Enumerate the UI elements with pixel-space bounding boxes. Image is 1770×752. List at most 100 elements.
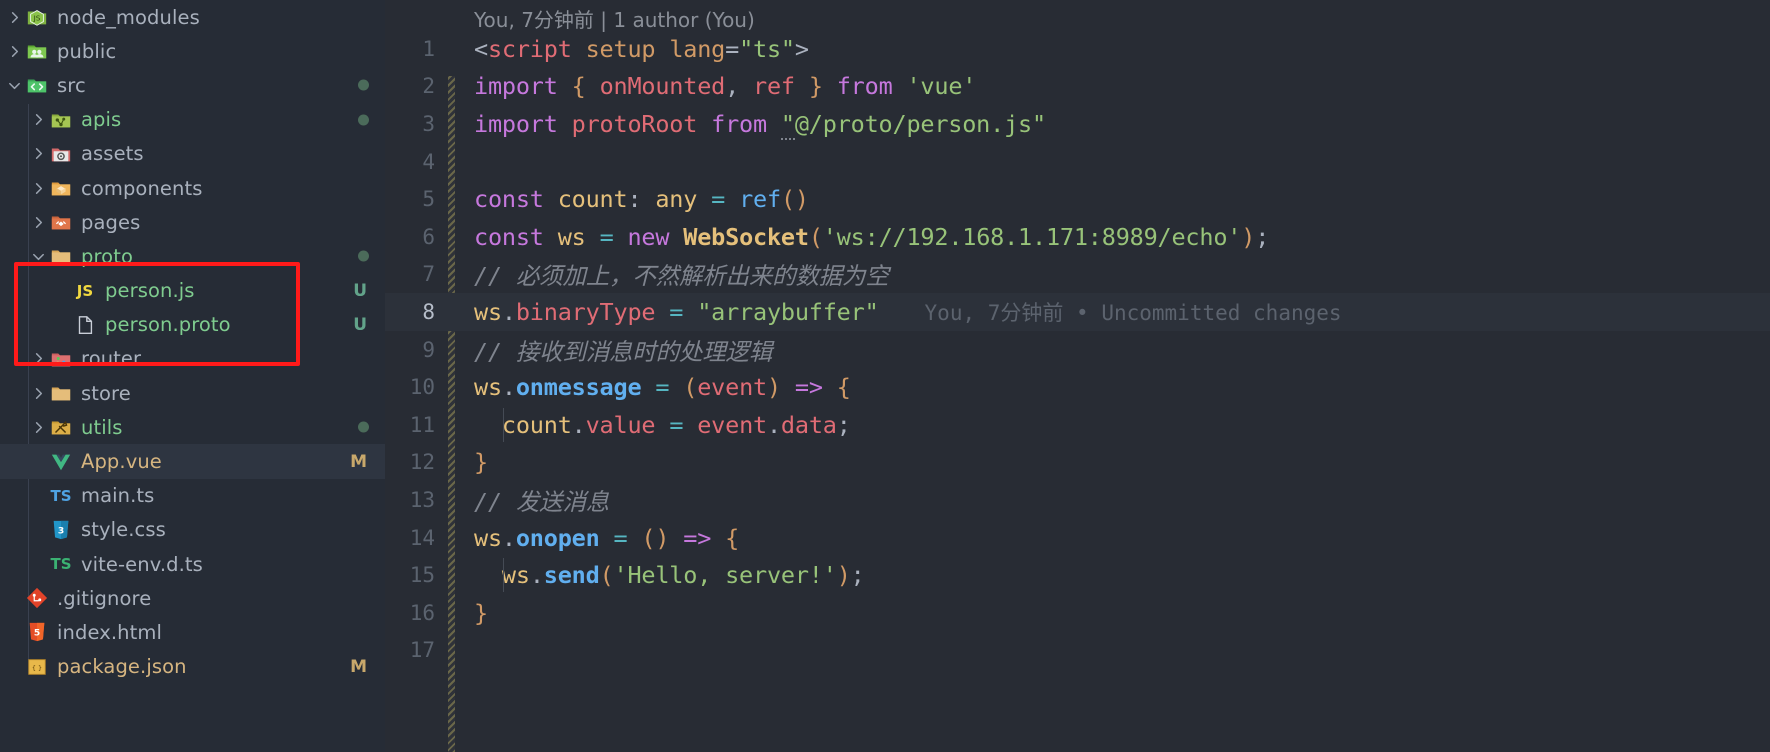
code-line-15[interactable]: 15 ws.send('Hello, server!'); <box>385 556 1770 594</box>
code-line-10[interactable]: 10 ws.onmessage = (event) => { <box>385 368 1770 406</box>
code-lines[interactable]: 1 <script setup lang="ts"> 2 import { onMou… <box>385 0 1770 752</box>
tree-item-proto[interactable]: proto <box>0 239 385 273</box>
components-folder-icon <box>48 177 74 199</box>
code-text[interactable]: import { onMounted, ref } from 'vue' <box>447 72 976 100</box>
tree-item-app-vue[interactable]: App.vue M <box>0 444 385 479</box>
css-file-icon: 3 <box>48 519 74 541</box>
folder-status-dot-icon <box>358 421 369 433</box>
tree-item-label: .gitignore <box>57 586 152 610</box>
generic-file-icon <box>72 314 98 336</box>
tree-item-src[interactable]: src <box>0 68 385 102</box>
code-text[interactable]: ws.onopen = () => { <box>447 524 739 552</box>
code-line-6[interactable]: 6 const ws = new WebSocket('ws://192.168.… <box>385 218 1770 256</box>
js-file-icon: JS <box>76 281 94 300</box>
tree-item-public[interactable]: public <box>0 34 385 68</box>
chevron-right-icon[interactable] <box>4 10 24 25</box>
git-file-icon <box>24 587 50 609</box>
code-line-8[interactable]: 8 ws.binaryType = "arraybuffer" You, 7分钟前 … <box>385 293 1770 331</box>
code-line-3[interactable]: 3 import protoRoot from "@/proto/person.j… <box>385 105 1770 143</box>
tree-item-label: proto <box>81 244 133 268</box>
editor-indent-guide <box>503 408 504 442</box>
tree-item--gitignore[interactable]: .gitignore <box>0 581 385 615</box>
json-file-icon: { } <box>24 656 50 678</box>
chevron-right-icon[interactable] <box>4 44 24 59</box>
tree-item-vite-env-d-ts[interactable]: TS vite-env.d.ts <box>0 547 385 581</box>
code-text[interactable]: const ws = new WebSocket('ws://192.168.1… <box>447 223 1269 251</box>
tree-item-store[interactable]: store <box>0 376 385 410</box>
tree-item-pages[interactable]: pages <box>0 205 385 239</box>
code-editor[interactable]: You, 7分钟前 | 1 author (You) 1 <script setu… <box>385 0 1770 752</box>
code-line-11[interactable]: 11 count.value = event.data; <box>385 406 1770 444</box>
chevron-right-icon[interactable] <box>28 181 48 196</box>
chevron-down-icon[interactable] <box>28 249 48 264</box>
code-line-1[interactable]: 1 <script setup lang="ts"> <box>385 30 1770 68</box>
code-text[interactable]: ws.send('Hello, server!'); <box>447 561 865 589</box>
tree-item-person-proto[interactable]: person.proto U <box>0 308 385 342</box>
code-text[interactable]: const count: any = ref() <box>447 185 809 213</box>
code-line-12[interactable]: 12} <box>385 444 1770 482</box>
chevron-right-icon[interactable] <box>28 386 48 401</box>
tree-item-router[interactable]: router <box>0 342 385 376</box>
tree-item-label: apis <box>81 108 122 132</box>
code-line-2[interactable]: 2 import { onMounted, ref } from 'vue' <box>385 68 1770 106</box>
tree-item-label: router <box>81 347 142 371</box>
tree-item-label: App.vue <box>81 450 162 474</box>
tree-item-person-js[interactable]: JS person.js U <box>0 274 385 308</box>
chevron-right-icon[interactable] <box>28 112 48 127</box>
node-folder-icon: JS <box>24 6 50 28</box>
inline-git-blame: You, 7分钟前 • Uncommitted changes <box>924 300 1342 325</box>
code-line-9[interactable]: 9 // 接收到消息时的处理逻辑 <box>385 331 1770 369</box>
line-number: 11 <box>409 412 435 437</box>
svg-text:{ }: { } <box>32 663 42 671</box>
line-number: 7 <box>422 262 435 287</box>
line-number: 15 <box>409 563 435 588</box>
git-status-badge: U <box>353 280 367 301</box>
file-tree[interactable]: JS node_modulespublic src apis assets compone… <box>0 0 385 684</box>
code-line-17[interactable]: 17 <box>385 632 1770 670</box>
vscode-window: JS node_modulespublic src apis assets compone… <box>0 0 1770 752</box>
chevron-right-icon[interactable] <box>28 420 48 435</box>
folder-status-dot-icon <box>358 79 369 91</box>
ts-file-icon: TS <box>50 486 72 505</box>
code-text[interactable]: <script setup lang="ts"> <box>447 35 809 63</box>
tree-item-utils[interactable]: utils <box>0 410 385 444</box>
code-text[interactable]: } <box>447 448 488 476</box>
tree-item-assets[interactable]: assets <box>0 137 385 171</box>
code-text[interactable]: count.value = event.data; <box>447 411 851 439</box>
chevron-right-icon[interactable] <box>28 146 48 161</box>
file-explorer-sidebar[interactable]: JS node_modulespublic src apis assets compone… <box>0 0 385 752</box>
editor-indent-guide <box>503 558 504 592</box>
tree-item-components[interactable]: components <box>0 171 385 205</box>
tree-item-label: person.proto <box>105 313 231 337</box>
code-text[interactable]: ws.binaryType = "arraybuffer" <box>447 298 879 326</box>
code-line-5[interactable]: 5 const count: any = ref() <box>385 180 1770 218</box>
folder-icon <box>48 382 74 404</box>
tree-item-node-modules[interactable]: JS node_modules <box>0 0 385 34</box>
folder-status-dot-icon <box>358 114 369 126</box>
code-text[interactable]: // 发送消息 <box>447 483 609 517</box>
tree-item-label: node_modules <box>57 5 200 29</box>
tree-item-main-ts[interactable]: TS main.ts <box>0 479 385 513</box>
code-line-4[interactable]: 4 <box>385 143 1770 181</box>
code-text[interactable]: // 接收到消息时的处理逻辑 <box>447 333 772 367</box>
code-text[interactable]: } <box>447 599 488 627</box>
code-text[interactable]: ws.onmessage = (event) => { <box>447 373 851 401</box>
tree-item-label: main.ts <box>81 484 155 508</box>
chevron-down-icon[interactable] <box>4 78 24 93</box>
chevron-right-icon[interactable] <box>28 215 48 230</box>
code-line-13[interactable]: 13 // 发送消息 <box>385 481 1770 519</box>
tree-item-apis[interactable]: apis <box>0 103 385 137</box>
code-line-16[interactable]: 16} <box>385 594 1770 632</box>
line-number: 16 <box>409 600 435 625</box>
code-text[interactable]: // 必须加上，不然解析出来的数据为空 <box>447 257 889 291</box>
chevron-right-icon[interactable] <box>28 351 48 366</box>
tree-item-label: pages <box>81 210 141 234</box>
src-folder-icon <box>24 74 50 96</box>
code-line-7[interactable]: 7 // 必须加上，不然解析出来的数据为空 <box>385 256 1770 294</box>
tree-item-index-html[interactable]: 5 index.html <box>0 615 385 649</box>
code-line-14[interactable]: 14 ws.onopen = () => { <box>385 519 1770 557</box>
code-text[interactable]: import protoRoot from "@/proto/person.js… <box>447 109 1046 140</box>
tree-item-style-css[interactable]: 3 style.css <box>0 513 385 547</box>
tree-item-package-json[interactable]: { } package.json M <box>0 650 385 684</box>
tree-item-label: src <box>57 73 86 97</box>
